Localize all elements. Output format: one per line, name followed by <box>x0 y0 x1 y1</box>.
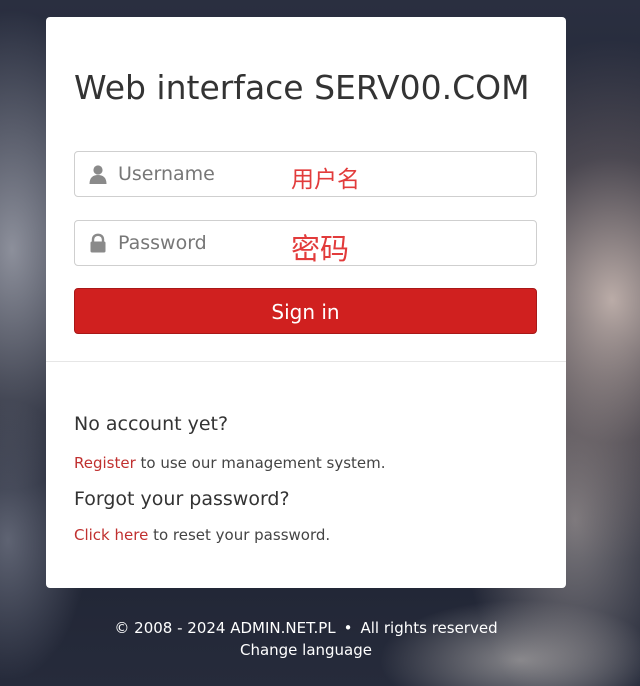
reset-text: to reset your password. <box>148 526 331 544</box>
rights-text: All rights reserved <box>360 619 498 637</box>
password-input[interactable] <box>118 227 288 259</box>
username-input[interactable] <box>118 158 288 190</box>
register-line: Register to use our management system. <box>74 454 386 472</box>
page-background: Web interface SERV00.COM 用户名 密码 Sign in <box>0 0 640 686</box>
username-annotation: 用户名 <box>291 167 360 193</box>
password-field[interactable]: 密码 <box>74 220 537 266</box>
register-link[interactable]: Register <box>74 454 136 472</box>
lock-icon <box>88 233 108 253</box>
divider <box>46 361 566 362</box>
forgot-password-heading: Forgot your password? <box>74 488 290 510</box>
username-field[interactable]: 用户名 <box>74 151 537 197</box>
password-annotation: 密码 <box>291 232 350 266</box>
user-icon <box>88 164 108 184</box>
login-panel: Web interface SERV00.COM 用户名 密码 Sign in <box>46 17 566 588</box>
register-text: to use our management system. <box>135 454 386 472</box>
copyright-text: © 2008 - 2024 ADMIN.NET.PL <box>114 619 336 637</box>
sign-in-button[interactable]: Sign in <box>74 288 537 334</box>
page-title: Web interface SERV00.COM <box>74 68 530 107</box>
reset-password-link[interactable]: Click here <box>74 526 148 544</box>
reset-line: Click here to reset your password. <box>74 526 330 544</box>
footer-copyright: © 2008 - 2024 ADMIN.NET.PL • All rights re… <box>0 619 612 637</box>
footer-language: Change language <box>0 641 612 659</box>
footer-separator: • <box>343 619 353 637</box>
change-language-link[interactable]: Change language <box>240 641 372 659</box>
no-account-heading: No account yet? <box>74 413 229 435</box>
